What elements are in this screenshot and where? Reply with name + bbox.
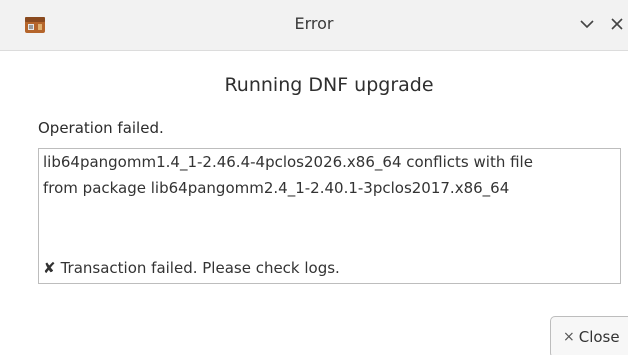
error-x-icon: ✘ bbox=[43, 259, 56, 277]
close-icon: × bbox=[563, 329, 575, 345]
error-text: Transaction failed. Please check logs. bbox=[60, 259, 340, 277]
titlebar[interactable]: Error bbox=[0, 0, 628, 51]
error-message: ✘ Transaction failed. Please check logs. bbox=[43, 259, 340, 277]
status-text: Operation failed. bbox=[38, 119, 164, 137]
close-icon[interactable] bbox=[606, 13, 628, 35]
error-dialog-window: Error Running DNF upgrade Operation fail… bbox=[0, 0, 628, 355]
log-line: from package lib64pangomm2.4_1-2.40.1-3p… bbox=[43, 179, 510, 197]
close-button[interactable]: × Close bbox=[550, 316, 628, 355]
log-line: lib64pangomm1.4_1-2.46.4-4pclos2026.x86_… bbox=[43, 153, 533, 171]
window-title: Error bbox=[294, 14, 334, 33]
dialog-heading: Running DNF upgrade bbox=[224, 74, 434, 96]
chevron-down-icon[interactable] bbox=[576, 13, 598, 35]
log-output-box[interactable]: lib64pangomm1.4_1-2.46.4-4pclos2026.x86_… bbox=[38, 148, 621, 284]
close-button-label: Close bbox=[578, 328, 620, 346]
